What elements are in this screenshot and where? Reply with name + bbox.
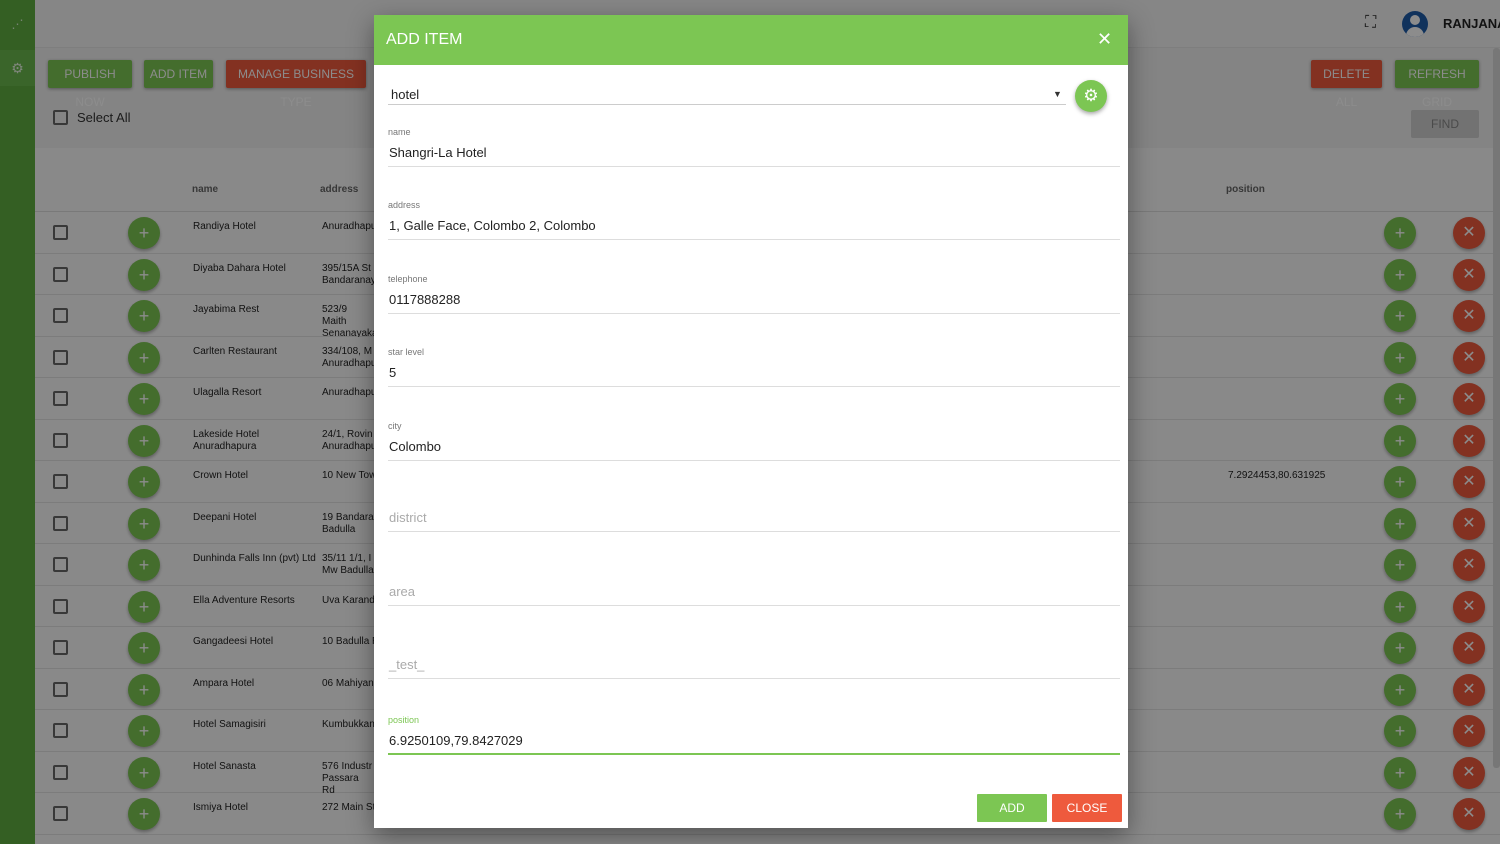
name-input[interactable]: Shangri-La Hotel [389,145,487,160]
close-button[interactable]: CLOSE [1052,794,1122,822]
city-input[interactable]: Colombo [389,439,441,454]
district-input[interactable]: district [389,510,427,525]
gear-icon[interactable]: ⚙ [1075,80,1107,112]
add-button[interactable]: ADD [977,794,1047,822]
name-field[interactable]: name Shangri-La Hotel [388,127,1120,167]
test-input[interactable]: _test_ [389,657,424,672]
telephone-field[interactable]: telephone 0117888288 [388,274,1120,314]
area-field[interactable]: area [388,566,1120,606]
star-level-field[interactable]: star level 5 [388,347,1120,387]
city-label: city [388,421,402,431]
business-type-select[interactable]: hotel ▼ [388,79,1066,105]
position-input[interactable]: 6.9250109,79.8427029 [389,733,523,748]
telephone-label: telephone [388,274,428,284]
position-field[interactable]: position 6.9250109,79.8427029 [388,715,1120,755]
star-level-input[interactable]: 5 [389,365,396,380]
address-input[interactable]: 1, Galle Face, Colombo 2, Colombo [389,218,596,233]
telephone-input[interactable]: 0117888288 [389,292,460,307]
city-field[interactable]: city Colombo [388,421,1120,461]
district-field[interactable]: district [388,492,1120,532]
business-type-value: hotel [391,87,420,102]
address-label: address [388,200,421,210]
position-label: position [388,715,420,725]
dropdown-arrow-icon: ▼ [1053,89,1062,99]
close-icon[interactable]: ✕ [1097,29,1112,50]
dialog-header: ADD ITEM ✕ [374,15,1128,65]
test-field[interactable]: _test_ [388,639,1120,679]
add-item-dialog: ADD ITEM ✕ hotel ▼ ⚙ name Shangri-La Hot… [374,15,1128,828]
name-label: name [388,127,411,137]
star-level-label: star level [388,347,425,357]
area-input[interactable]: area [389,584,415,599]
address-field[interactable]: address 1, Galle Face, Colombo 2, Colomb… [388,200,1120,240]
dialog-title: ADD ITEM [386,31,463,48]
